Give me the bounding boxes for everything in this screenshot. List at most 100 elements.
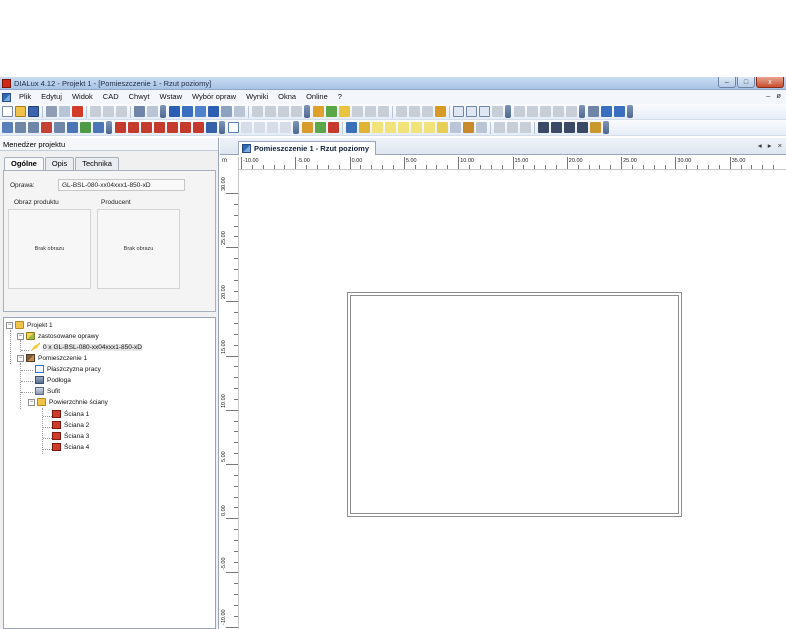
toolbar-grip[interactable]: [219, 121, 225, 134]
tool-icon[interactable]: [450, 122, 461, 133]
tab-floor-plan[interactable]: Pomieszczenie 1 - Rzut poziomy: [238, 141, 377, 155]
collapse-icon[interactable]: −: [17, 354, 24, 362]
tool-icon[interactable]: [396, 106, 407, 117]
view-icon[interactable]: [466, 106, 477, 117]
tool-icon[interactable]: [424, 122, 435, 133]
collapse-icon[interactable]: −: [28, 398, 35, 406]
tool-icon[interactable]: [28, 122, 39, 133]
tree-item-project[interactable]: − Projekt 1: [6, 320, 53, 330]
menu-chwyt[interactable]: Chwyt: [124, 90, 155, 104]
tool-icon[interactable]: [566, 106, 577, 117]
title-bar[interactable]: DIALux 4.12 - Projekt 1 - [Pomieszczenie…: [0, 77, 786, 90]
tool-icon[interactable]: [553, 106, 564, 117]
cut-icon[interactable]: [90, 106, 101, 117]
calculation-icon[interactable]: [435, 106, 446, 117]
tree-item-used-luminaires[interactable]: − zastosowane oprawy: [17, 331, 99, 341]
luminaire-field[interactable]: GL-BSL-080-xx04xxx1-850-xD: [58, 179, 185, 191]
menu-plik[interactable]: Plik: [14, 90, 36, 104]
tool-icon[interactable]: [291, 106, 302, 117]
tool-icon[interactable]: [372, 122, 383, 133]
room-outline[interactable]: [347, 292, 682, 517]
polyline-tool-icon[interactable]: [551, 122, 562, 133]
line-tool-icon[interactable]: [538, 122, 549, 133]
minimize-button[interactable]: –: [718, 77, 736, 88]
vertical-ruler[interactable]: m 30.00 25.00 20.00 15.00 10.00 5.00 0.00 -5.00…: [220, 157, 239, 629]
tree-item-luminaire[interactable]: 0 x GL-BSL-080-xx04xxx1-850-xD: [31, 342, 142, 352]
toolbar-grip[interactable]: [293, 121, 299, 134]
tab-opis[interactable]: Opis: [44, 157, 75, 170]
tree-item-wall-2[interactable]: Ściana 2: [52, 420, 89, 430]
tool-icon[interactable]: [252, 106, 263, 117]
tool-icon[interactable]: [601, 106, 612, 117]
tool-icon[interactable]: [15, 122, 26, 133]
paste-icon[interactable]: [116, 106, 127, 117]
toolbar-grip[interactable]: [160, 105, 166, 118]
maximize-button[interactable]: □: [737, 77, 755, 88]
hatch-tool-icon[interactable]: [590, 122, 601, 133]
road-icon[interactable]: [195, 106, 206, 117]
redo-icon[interactable]: [147, 106, 158, 117]
select-icon[interactable]: [2, 122, 13, 133]
close-button[interactable]: x: [756, 77, 784, 88]
tool-icon[interactable]: [80, 122, 91, 133]
collapse-icon[interactable]: −: [17, 332, 24, 340]
tree-item-wall-surfaces[interactable]: − Powierzchnie ściany: [28, 397, 108, 407]
render-icon[interactable]: [141, 122, 152, 133]
tree-item-ceiling[interactable]: Sufit: [35, 386, 60, 396]
tool-icon[interactable]: [437, 122, 448, 133]
tool-icon[interactable]: [422, 106, 433, 117]
tab-technika[interactable]: Technika: [75, 157, 119, 170]
tool-icon[interactable]: [365, 106, 376, 117]
tool-icon[interactable]: [352, 106, 363, 117]
toolbar-grip[interactable]: [603, 121, 609, 134]
collapse-icon[interactable]: −: [6, 321, 13, 329]
open-folder-icon[interactable]: [15, 106, 26, 117]
toolbar-grip[interactable]: [304, 105, 310, 118]
view-icon[interactable]: [453, 106, 464, 117]
new-file-icon[interactable]: [2, 106, 13, 117]
toolbar-grip[interactable]: [106, 121, 112, 134]
tool-icon[interactable]: [41, 122, 52, 133]
tool-icon[interactable]: [476, 122, 487, 133]
room-icon[interactable]: [169, 106, 180, 117]
luminaire-icon[interactable]: [313, 106, 324, 117]
view-icon[interactable]: [479, 106, 490, 117]
tool-icon[interactable]: [378, 106, 389, 117]
toolbar-grip[interactable]: [579, 105, 585, 118]
render-icon[interactable]: [167, 122, 178, 133]
tool-icon[interactable]: [588, 106, 599, 117]
tool-icon[interactable]: [494, 122, 505, 133]
tool-icon[interactable]: [514, 106, 525, 117]
menu-help[interactable]: ?: [333, 90, 347, 104]
tree-item-wall-3[interactable]: Ściana 3: [52, 431, 89, 441]
light-icon[interactable]: [339, 106, 350, 117]
circle-tool-icon[interactable]: [577, 122, 588, 133]
tool-icon[interactable]: [540, 106, 551, 117]
tree-item-floor[interactable]: Podłoga: [35, 375, 71, 385]
render-icon[interactable]: [193, 122, 204, 133]
dialux-app-icon[interactable]: [2, 79, 11, 88]
menu-wstaw[interactable]: Wstaw: [154, 90, 187, 104]
tool-icon[interactable]: [492, 106, 503, 117]
tool-icon[interactable]: [359, 122, 370, 133]
print-icon[interactable]: [46, 106, 57, 117]
print-preview-icon[interactable]: [59, 106, 70, 117]
menu-okna[interactable]: Okna: [273, 90, 301, 104]
tool-icon[interactable]: [54, 122, 65, 133]
tool-icon[interactable]: [409, 106, 420, 117]
tool-icon[interactable]: [315, 122, 326, 133]
undo-icon[interactable]: [134, 106, 145, 117]
render-icon[interactable]: [180, 122, 191, 133]
pointer-icon[interactable]: [228, 122, 239, 133]
render-icon[interactable]: [154, 122, 165, 133]
menu-online[interactable]: Online: [301, 90, 333, 104]
tool-icon[interactable]: [265, 106, 276, 117]
copy-icon[interactable]: [103, 106, 114, 117]
floor-plan-canvas[interactable]: [240, 171, 786, 629]
tool-icon[interactable]: [614, 106, 625, 117]
tool-icon[interactable]: [527, 106, 538, 117]
tool-icon[interactable]: [93, 122, 104, 133]
tree-item-wall-4[interactable]: Ściana 4: [52, 442, 89, 452]
menu-edytuj[interactable]: Edytuj: [36, 90, 67, 104]
tool-icon[interactable]: [302, 122, 313, 133]
